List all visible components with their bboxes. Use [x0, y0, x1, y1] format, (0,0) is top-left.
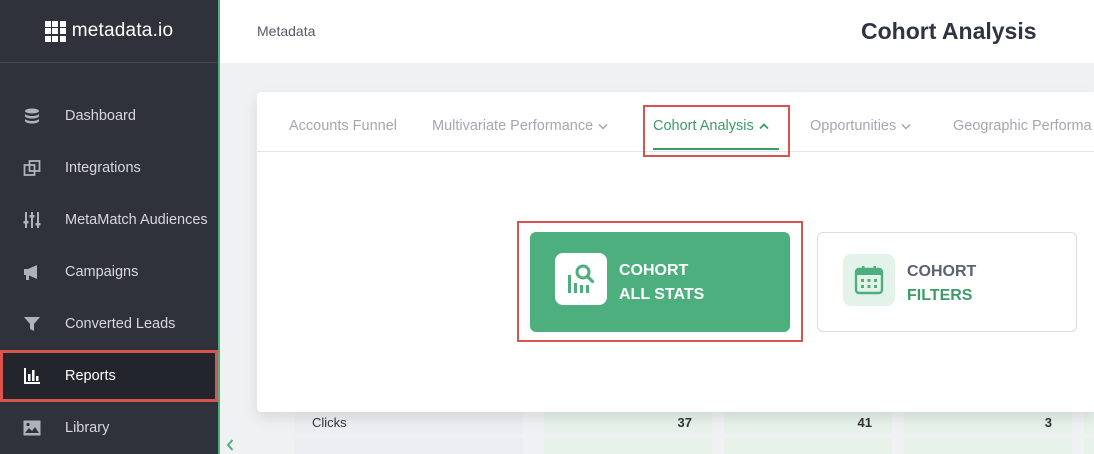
image-icon — [22, 418, 42, 438]
sidebar-item-dashboard[interactable]: Dashboard — [0, 90, 218, 142]
table-cell — [1084, 438, 1094, 454]
sidebar-item-library[interactable]: Library — [0, 402, 218, 454]
sidebar-edge — [218, 0, 220, 454]
sidebar-item-campaigns[interactable]: Campaigns — [0, 246, 218, 298]
bar-chart-icon — [22, 366, 42, 386]
cohort-all-stats-button[interactable]: COHORT ALL STATS — [530, 232, 790, 332]
sidebar-item-label: Campaigns — [65, 264, 139, 280]
sidebar-item-integrations[interactable]: Integrations — [0, 142, 218, 194]
tab-label: Opportunities — [810, 118, 897, 134]
tab-multivariate-performance[interactable]: Multivariate Performance — [432, 118, 608, 134]
top-header: Metadata Cohort Analysis — [220, 0, 1094, 63]
sidebar-item-label: Integrations — [65, 160, 141, 176]
breadcrumb[interactable]: Metadata — [257, 23, 315, 39]
tab-geographic-performance[interactable]: Geographic Performa — [953, 118, 1092, 134]
tab-label: Accounts Funnel — [289, 118, 398, 134]
tab-opportunities[interactable]: Opportunities — [810, 118, 911, 134]
collapse-sidebar-button[interactable] — [222, 436, 238, 454]
option-label: COHORT ALL STATS — [619, 259, 704, 307]
table-cell — [904, 438, 1072, 454]
table-cell — [724, 438, 892, 454]
option-label-line2: FILTERS — [907, 287, 973, 304]
chevron-down-icon — [598, 123, 608, 130]
tab-label: Multivariate Performance — [432, 118, 594, 134]
brand-logo[interactable]: metadata.io — [0, 0, 218, 63]
sidebar-item-label: Converted Leads — [65, 316, 176, 332]
calendar-icon — [843, 254, 895, 306]
page-title: Cohort Analysis — [861, 18, 1037, 44]
chevron-left-icon — [226, 439, 234, 451]
sidebar-item-reports[interactable]: Reports — [0, 350, 218, 402]
sidebar-item-label: Reports — [65, 368, 116, 384]
sliders-icon — [22, 210, 42, 230]
sidebar-item-metamatch-audiences[interactable]: MetaMatch Audiences — [0, 194, 218, 246]
sidebar-item-converted-leads[interactable]: Converted Leads — [0, 298, 218, 350]
sidebar: metadata.io Dashboard Integrations MetaM… — [0, 0, 218, 454]
option-label-line1: COHORT — [619, 262, 689, 279]
chart-search-icon — [555, 253, 607, 305]
chevron-down-icon — [901, 123, 911, 130]
sidebar-item-label: Library — [65, 420, 110, 436]
option-label-line2: ALL STATS — [619, 286, 705, 303]
sidebar-item-label: Dashboard — [65, 108, 136, 124]
tab-highlight-box — [643, 105, 790, 157]
integrations-icon — [22, 158, 42, 178]
table-cell — [544, 438, 712, 454]
option-label-line1: COHORT — [907, 263, 977, 280]
brand-name: metadata.io — [71, 20, 174, 41]
funnel-icon — [22, 314, 42, 334]
sidebar-item-label: MetaMatch Audiences — [65, 212, 208, 228]
reports-card: Accounts Funnel Multivariate Performance… — [257, 92, 1094, 412]
megaphone-icon — [22, 262, 42, 282]
table-row — [295, 438, 523, 454]
tab-accounts-funnel[interactable]: Accounts Funnel — [289, 118, 397, 134]
cohort-filters-button[interactable]: COHORT FILTERS — [817, 232, 1077, 332]
logo-grid-icon — [44, 20, 66, 42]
database-icon — [22, 106, 42, 126]
tab-label: Geographic Performa — [953, 118, 1092, 134]
option-label: COHORT FILTERS — [907, 260, 976, 308]
